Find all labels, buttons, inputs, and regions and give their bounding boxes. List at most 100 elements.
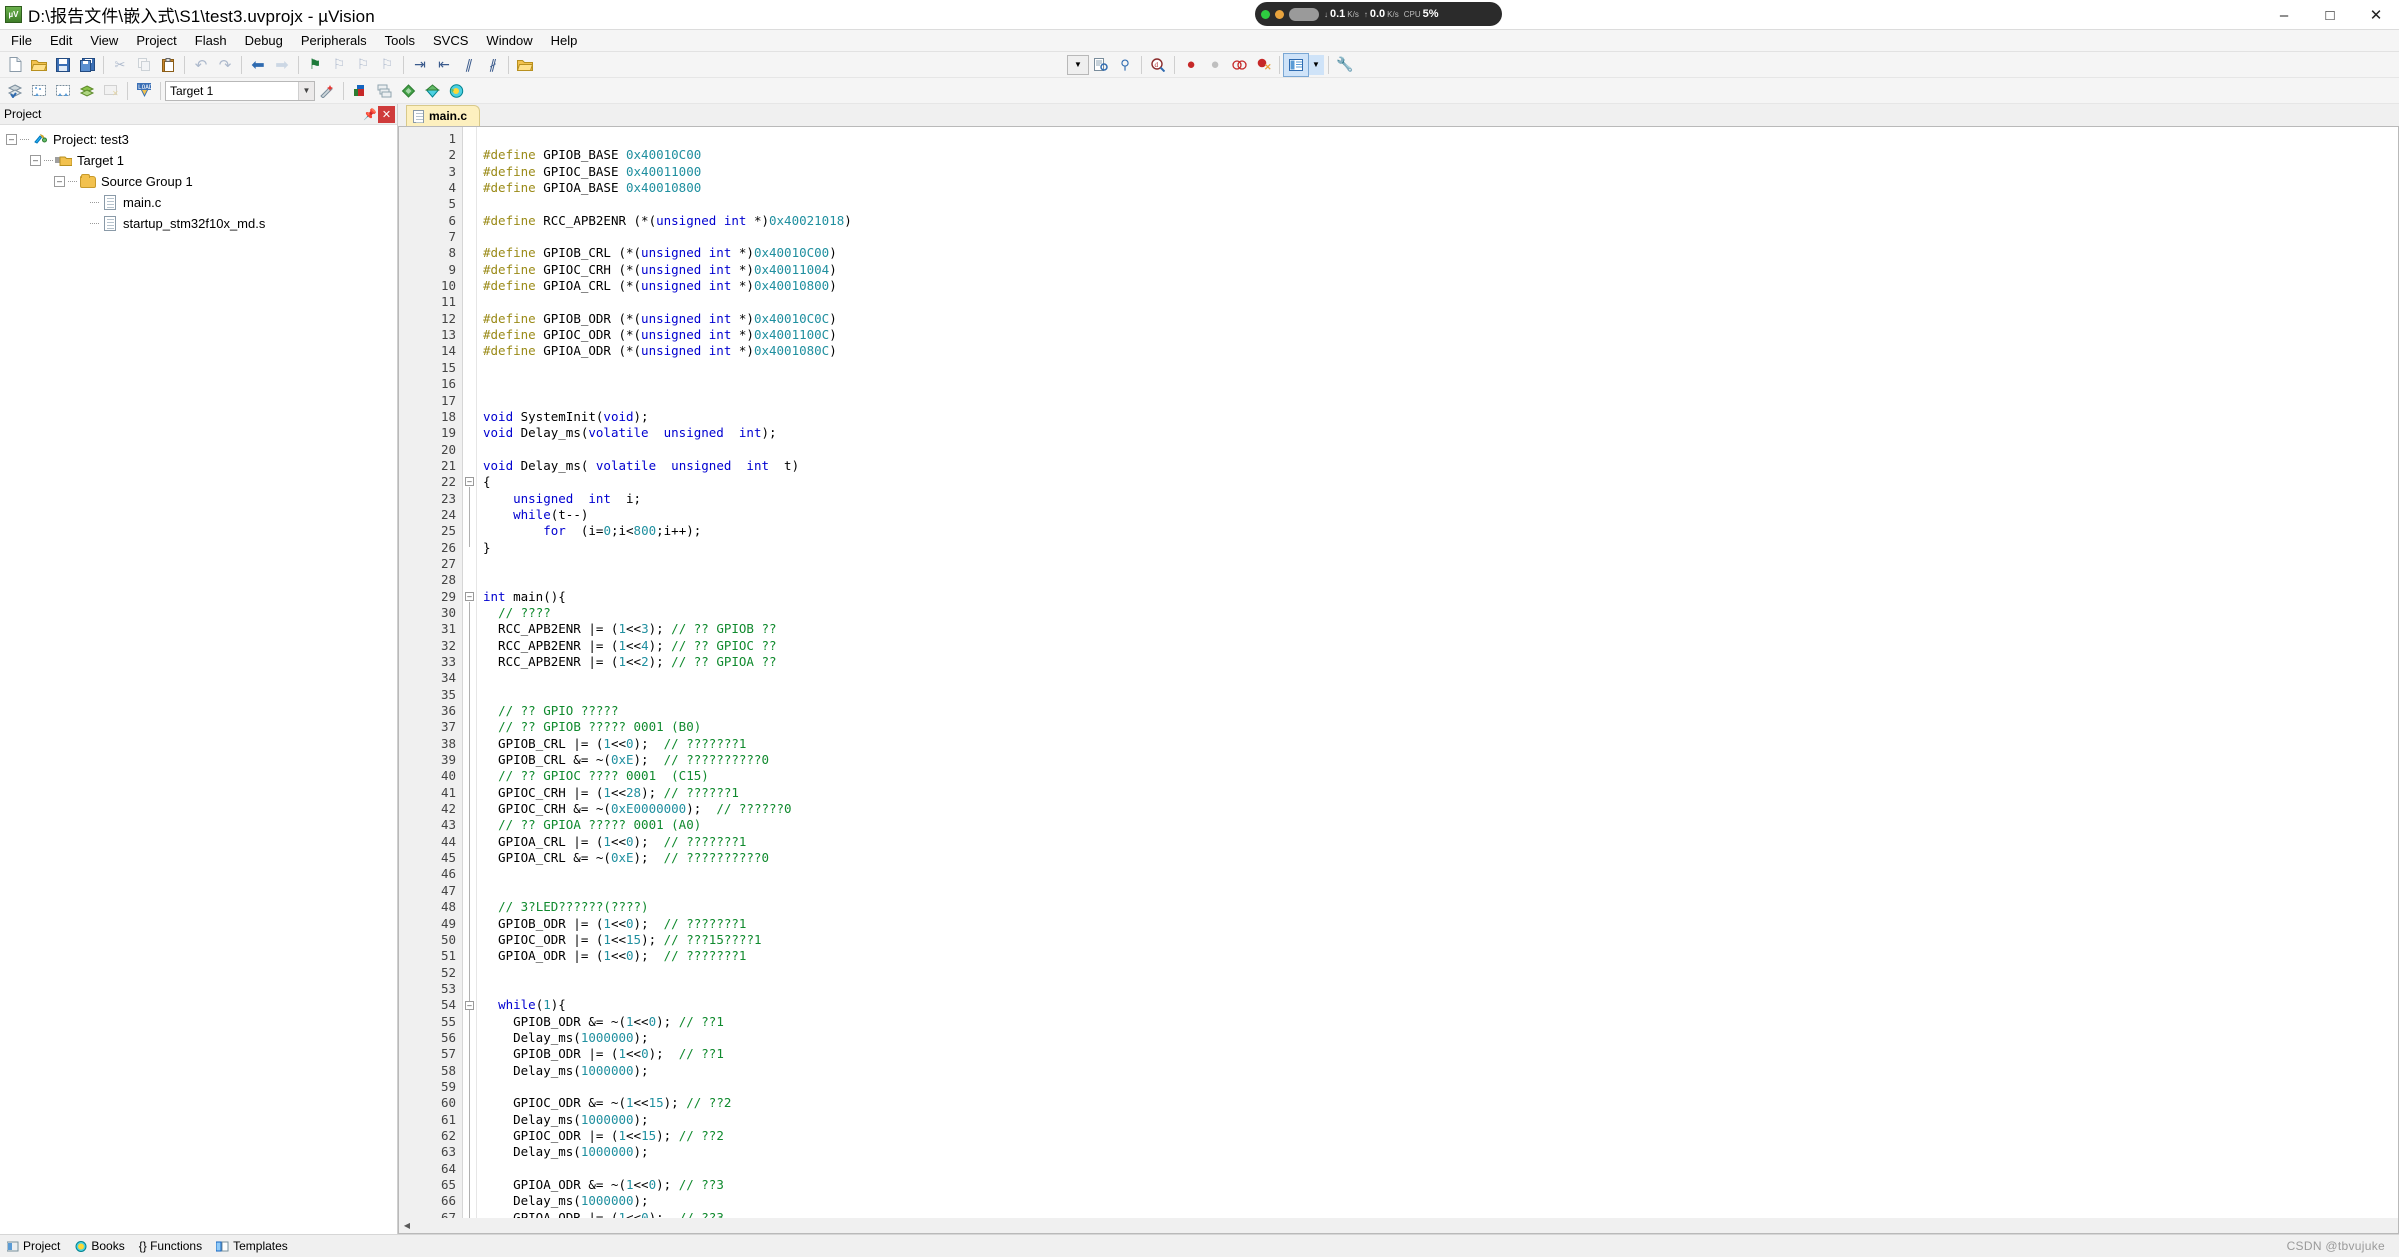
copy-button[interactable] (132, 54, 156, 76)
code-line[interactable]: #define RCC_APB2ENR (*(unsigned int *)0x… (483, 213, 2398, 229)
maximize-button[interactable]: □ (2307, 0, 2353, 30)
menu-view[interactable]: View (81, 31, 127, 50)
code-line[interactable]: unsigned int i; (483, 491, 2398, 507)
code-line[interactable]: GPIOC_ODR &= ~(1<<15); // ??2 (483, 1095, 2398, 1111)
code-line[interactable]: #define GPIOB_ODR (*(unsigned int *)0x40… (483, 311, 2398, 327)
scroll-left-arrow-icon[interactable]: ◀ (399, 1218, 415, 1233)
save-all-button[interactable] (75, 54, 99, 76)
navigate-back-button[interactable]: ⬅ (246, 54, 270, 76)
code-line[interactable]: GPIOC_CRH |= (1<<28); // ??????1 (483, 785, 2398, 801)
tree-item-startup-s[interactable]: startup_stm32f10x_md.s (4, 213, 397, 234)
code-line[interactable] (483, 229, 2398, 245)
templates-toolbar-button[interactable] (444, 80, 468, 102)
code-line[interactable]: #define GPIOA_BASE 0x40010800 (483, 180, 2398, 196)
paste-button[interactable] (156, 54, 180, 76)
rebuild-all-button[interactable] (51, 80, 75, 102)
tree-item-source-group[interactable]: – Source Group 1 (4, 171, 397, 192)
code-line[interactable]: Delay_ms(1000000); (483, 1144, 2398, 1160)
tree-item-main-c[interactable]: main.c (4, 192, 397, 213)
code-line[interactable] (483, 1079, 2398, 1095)
code-line[interactable]: // 3?LED??????(????) (483, 899, 2398, 915)
code-line[interactable]: // ?? GPIOC ???? 0001 (C15) (483, 768, 2398, 784)
code-line[interactable]: while(t--) (483, 507, 2398, 523)
code-line[interactable]: Delay_ms(1000000); (483, 1193, 2398, 1209)
status-tab-books[interactable]: Books (70, 1239, 134, 1253)
status-tab-project[interactable]: Project (2, 1239, 70, 1253)
menu-debug[interactable]: Debug (236, 31, 292, 50)
code-line[interactable]: int main(){ (483, 589, 2398, 605)
code-line[interactable]: GPIOB_ODR &= ~(1<<0); // ??1 (483, 1014, 2398, 1030)
configure-button[interactable]: 🔧 (1333, 54, 1357, 76)
code-line[interactable] (483, 965, 2398, 981)
code-line[interactable]: for (i=0;i<800;i++); (483, 523, 2398, 539)
target-selector[interactable]: Target 1 ▼ (165, 80, 315, 101)
code-line[interactable]: GPIOA_CRL &= ~(0xE); // ??????????0 (483, 850, 2398, 866)
scrollbar-track[interactable] (415, 1218, 2398, 1233)
status-tab-functions[interactable]: {} Functions (135, 1239, 212, 1253)
code-line[interactable]: #define GPIOA_CRL (*(unsigned int *)0x40… (483, 278, 2398, 294)
goto-definition-button[interactable]: ⚲ (1113, 54, 1137, 76)
tree-item-project[interactable]: – Project: test3 (4, 129, 397, 150)
code-line[interactable]: Delay_ms(1000000); (483, 1030, 2398, 1046)
comment-lines-button[interactable]: ∥ (456, 54, 480, 76)
navigate-forward-button[interactable]: ➡ (270, 54, 294, 76)
fold-toggle-icon[interactable]: – (465, 477, 474, 487)
expander-icon[interactable]: – (54, 176, 65, 187)
target-options-button[interactable] (315, 80, 339, 102)
code-line[interactable] (483, 866, 2398, 882)
batch-build-button[interactable] (75, 80, 99, 102)
menu-file[interactable]: File (2, 31, 41, 50)
horizontal-scrollbar[interactable]: ◀ (398, 1218, 2399, 1234)
menu-peripherals[interactable]: Peripherals (292, 31, 376, 50)
code-line[interactable]: GPIOA_ODR |= (1<<0); // ???????1 (483, 948, 2398, 964)
code-line[interactable]: // ?? GPIO ????? (483, 703, 2398, 719)
code-line[interactable]: void SystemInit(void); (483, 409, 2398, 425)
stop-build-button[interactable]: ✕ (99, 80, 123, 102)
code-line[interactable] (483, 981, 2398, 997)
bookmark-clear-button[interactable]: ⚐ (375, 54, 399, 76)
indent-right-button[interactable]: ⇥ (408, 54, 432, 76)
code-line[interactable]: GPIOA_ODR &= ~(1<<0); // ??3 (483, 1177, 2398, 1193)
menu-edit[interactable]: Edit (41, 31, 81, 50)
window-layout-button[interactable] (1283, 52, 1309, 77)
code-line[interactable] (483, 393, 2398, 409)
code-line[interactable]: #define GPIOC_CRH (*(unsigned int *)0x40… (483, 262, 2398, 278)
code-line[interactable]: #define GPIOA_ODR (*(unsigned int *)0x40… (483, 343, 2398, 359)
functions-toolbar-button[interactable] (420, 80, 444, 102)
bookmark-toggle-button[interactable]: ⚑ (303, 54, 327, 76)
code-line[interactable] (483, 883, 2398, 899)
code-line[interactable]: // ?? GPIOA ????? 0001 (A0) (483, 817, 2398, 833)
code-line[interactable]: #define GPIOB_BASE 0x40010C00 (483, 147, 2398, 163)
close-icon[interactable]: ✕ (378, 105, 395, 123)
code-line[interactable]: GPIOC_ODR |= (1<<15); // ??2 (483, 1128, 2398, 1144)
fold-toggle-icon[interactable]: – (465, 1000, 474, 1010)
code-line[interactable] (483, 376, 2398, 392)
code-line[interactable]: #define GPIOB_CRL (*(unsigned int *)0x40… (483, 245, 2398, 261)
source-code-text[interactable]: #define GPIOB_BASE 0x40010C00 #define GPI… (477, 127, 2398, 1218)
translate-file-button[interactable] (3, 80, 27, 102)
new-file-button[interactable] (3, 54, 27, 76)
undo-button[interactable]: ↶ (189, 54, 213, 76)
insert-breakpoint-button[interactable]: ● (1179, 54, 1203, 76)
find-in-files-button[interactable] (1089, 54, 1113, 76)
open-file-button[interactable] (27, 54, 51, 76)
disable-all-breakpoints-button[interactable]: ✕ (1251, 54, 1275, 76)
code-line[interactable]: GPIOB_CRL |= (1<<0); // ???????1 (483, 736, 2398, 752)
code-line[interactable]: { (483, 474, 2398, 490)
code-line[interactable]: GPIOC_ODR |= (1<<15); // ???15????1 (483, 932, 2398, 948)
code-line[interactable] (483, 294, 2398, 310)
code-line[interactable]: GPIOB_ODR |= (1<<0); // ???????1 (483, 916, 2398, 932)
code-line[interactable]: Delay_ms(1000000); (483, 1063, 2398, 1079)
expander-icon[interactable]: – (30, 155, 41, 166)
code-line[interactable] (483, 360, 2398, 376)
kill-all-breakpoints-button[interactable] (1227, 54, 1251, 76)
code-line[interactable] (483, 196, 2398, 212)
redo-button[interactable]: ↷ (213, 54, 237, 76)
code-line[interactable]: RCC_APB2ENR |= (1<<2); // ?? GPIOA ?? (483, 654, 2398, 670)
code-line[interactable]: while(1){ (483, 997, 2398, 1013)
code-line[interactable]: GPIOA_ODR |= (1<<0); // ??3 (483, 1210, 2398, 1218)
menu-help[interactable]: Help (542, 31, 587, 50)
expander-icon[interactable]: – (6, 134, 17, 145)
code-line[interactable]: #define GPIOC_ODR (*(unsigned int *)0x40… (483, 327, 2398, 343)
code-line[interactable] (483, 687, 2398, 703)
